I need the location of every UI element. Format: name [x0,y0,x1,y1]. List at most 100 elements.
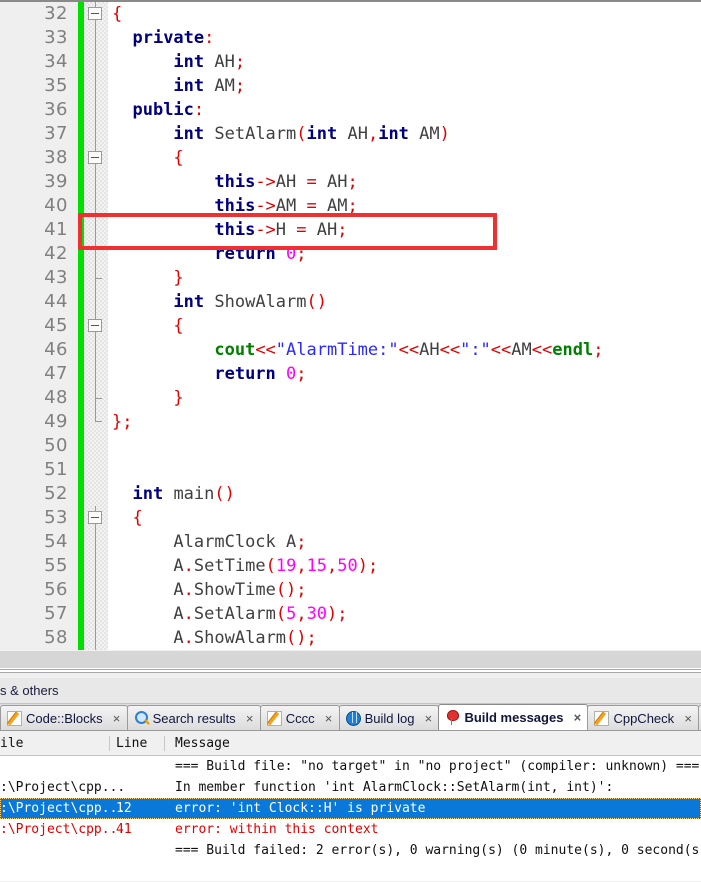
code-lines[interactable]: 32{33 private:34 int AH;35 int AM;36 pub… [0,2,701,650]
fold-margin[interactable] [84,122,108,146]
code-text[interactable]: }; [108,410,701,434]
code-text[interactable]: return 0; [108,362,701,386]
code-line[interactable]: 55 A.SetTime(19,15,50); [0,554,701,578]
code-text[interactable] [108,458,701,482]
fold-collapse-icon[interactable] [88,7,102,20]
code-line[interactable]: 53 { [0,506,701,530]
code-text[interactable]: { [108,506,701,530]
code-text[interactable]: { [108,314,701,338]
code-text[interactable]: A.SetTime(19,15,50); [108,554,701,578]
panel-splitter[interactable] [0,668,701,678]
code-text[interactable]: private: [108,26,701,50]
code-line[interactable]: 41 this->H = AH; [0,218,701,242]
fold-collapse-icon[interactable] [88,151,102,164]
fold-margin[interactable] [84,266,108,290]
fold-margin[interactable] [84,218,108,242]
code-text[interactable]: return 0; [108,242,701,266]
fold-collapse-icon[interactable] [88,319,102,332]
panel-tab-build-log[interactable]: Build log× [339,705,440,730]
fold-margin[interactable] [84,74,108,98]
code-text[interactable]: } [108,386,701,410]
code-line[interactable]: 52 int main() [0,482,701,506]
code-line[interactable]: 36 public: [0,98,701,122]
code-text[interactable]: this->AM = AM; [108,194,701,218]
close-icon[interactable]: × [422,711,434,726]
code-line[interactable]: 35 int AM; [0,74,701,98]
code-line[interactable]: 49}; [0,410,701,434]
code-line[interactable]: 56 A.ShowTime(); [0,578,701,602]
panel-tab-cppcheck[interactable]: CppCheck× [587,705,699,730]
fold-margin[interactable] [84,170,108,194]
panel-tab-bar[interactable]: Code::Blocks×Search results×Cccc×Build l… [0,704,701,731]
code-line[interactable]: 46 cout<<"AlarmTime:"<<AH<<":"<<AM<<endl… [0,338,701,362]
close-icon[interactable]: × [682,711,694,726]
panel-tab-cccc[interactable]: Cccc× [260,705,340,730]
code-text[interactable]: AlarmClock A; [108,530,701,554]
code-text[interactable]: int ShowAlarm() [108,290,701,314]
fold-margin[interactable] [84,290,108,314]
fold-margin[interactable] [84,50,108,74]
close-icon[interactable]: × [244,711,256,726]
panel-tab-code-blocks[interactable]: Code::Blocks× [0,705,128,730]
code-text[interactable]: int AH; [108,50,701,74]
table-row[interactable]: :\Project\cpp...41error: within this con… [0,819,701,840]
fold-margin[interactable] [84,410,108,434]
fold-margin[interactable] [84,338,108,362]
code-text[interactable]: } [108,266,701,290]
fold-margin[interactable] [84,26,108,50]
code-text[interactable]: this->AH = AH; [108,170,701,194]
code-line[interactable]: 42 return 0; [0,242,701,266]
code-text[interactable]: int AM; [108,74,701,98]
fold-margin[interactable] [84,386,108,410]
code-line[interactable]: 40 this->AM = AM; [0,194,701,218]
fold-margin[interactable] [84,2,108,26]
code-line[interactable]: 50 [0,434,701,458]
code-text[interactable]: { [108,2,701,26]
code-text[interactable]: int main() [108,482,701,506]
code-line[interactable]: 34 int AH; [0,50,701,74]
close-icon[interactable]: × [571,710,583,725]
fold-margin[interactable] [84,602,108,626]
table-row[interactable]: === Build failed: 2 error(s), 0 warning(… [0,840,701,861]
panel-tab-search-results[interactable]: Search results× [127,705,261,730]
fold-margin[interactable] [84,482,108,506]
code-line[interactable]: 57 A.SetAlarm(5,30); [0,602,701,626]
code-line[interactable]: 47 return 0; [0,362,701,386]
fold-margin[interactable] [84,362,108,386]
fold-margin[interactable] [84,626,108,650]
fold-margin[interactable] [84,434,108,458]
close-icon[interactable]: × [323,711,335,726]
column-header-file[interactable]: ile [0,736,110,751]
fold-collapse-icon[interactable] [88,511,102,524]
code-line[interactable]: 44 int ShowAlarm() [0,290,701,314]
code-line[interactable]: 58 A.ShowAlarm(); [0,626,701,650]
code-line[interactable]: 51 [0,458,701,482]
code-line[interactable]: 38 { [0,146,701,170]
fold-margin[interactable] [84,194,108,218]
code-line[interactable]: 32{ [0,2,701,26]
code-editor[interactable]: 32{33 private:34 int AH;35 int AM;36 pub… [0,0,701,650]
table-row[interactable]: :\Project\cpp...In member function 'int … [0,777,701,798]
code-text[interactable]: A.ShowTime(); [108,578,701,602]
code-line[interactable]: 39 this->AH = AH; [0,170,701,194]
fold-margin[interactable] [84,530,108,554]
code-text[interactable]: this->H = AH; [108,218,701,242]
code-text[interactable] [108,434,701,458]
table-row[interactable]: === Build file: "no target" in "no proje… [0,756,701,777]
code-line[interactable]: 33 private: [0,26,701,50]
build-messages-list[interactable]: === Build file: "no target" in "no proje… [0,756,701,881]
code-line[interactable]: 37 int SetAlarm(int AH,int AM) [0,122,701,146]
close-icon[interactable]: × [111,711,123,726]
panel-tab-build-messages[interactable]: Build messages× [438,704,588,730]
code-text[interactable]: public: [108,98,701,122]
column-header-message[interactable]: Message [165,736,701,751]
code-text[interactable]: cout<<"AlarmTime:"<<AH<<":"<<AM<<endl; [108,338,701,362]
code-text[interactable]: A.ShowAlarm(); [108,626,701,650]
table-row[interactable]: :\Project\cpp...12error: 'int Clock::H' … [0,798,701,819]
fold-margin[interactable] [84,98,108,122]
fold-margin[interactable] [84,578,108,602]
code-line[interactable]: 43 } [0,266,701,290]
code-line[interactable]: 45 { [0,314,701,338]
fold-margin[interactable] [84,554,108,578]
fold-margin[interactable] [84,458,108,482]
